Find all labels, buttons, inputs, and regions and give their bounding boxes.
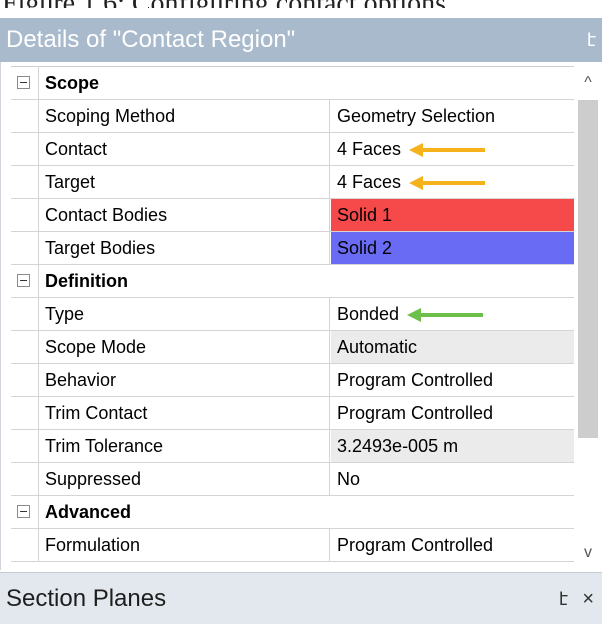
property-value-text: Program Controlled: [337, 403, 494, 423]
property-row-target-bodies[interactable]: Target Bodies Solid 2: [11, 232, 574, 265]
property-name: Target: [39, 166, 330, 198]
scroll-down-icon[interactable]: v: [575, 540, 601, 566]
property-value[interactable]: Automatic: [331, 331, 574, 363]
property-name: Contact Bodies: [39, 199, 330, 231]
property-row-behavior[interactable]: Behavior Program Controlled: [11, 364, 574, 397]
property-value[interactable]: No: [331, 463, 574, 495]
scroll-up-icon[interactable]: ^: [575, 70, 601, 96]
property-value[interactable]: Program Controlled: [331, 364, 574, 396]
section-planes-title: Section Planes: [6, 585, 167, 612]
section-planes-panel-header[interactable]: Section Planes է ×: [0, 572, 602, 624]
figure-caption: Figure 1.6: Configuring contact options: [0, 0, 602, 8]
row-gutter: [11, 529, 39, 561]
property-value[interactable]: Bonded: [331, 298, 574, 330]
row-gutter: [11, 364, 39, 396]
row-gutter: [11, 331, 39, 363]
row-gutter: [11, 199, 39, 231]
property-value-text: Automatic: [337, 337, 418, 357]
property-row-contact-bodies[interactable]: Contact Bodies Solid 1: [11, 199, 574, 232]
property-value-text: 3.2493e-005 m: [337, 436, 459, 456]
property-row-scope-mode[interactable]: Scope Mode Automatic: [11, 331, 574, 364]
annotation-arrow-icon: [409, 143, 486, 158]
property-value-text: Bonded: [337, 304, 400, 324]
row-gutter: [11, 166, 39, 198]
property-value[interactable]: Solid 2: [331, 232, 574, 264]
group-row-scope[interactable]: Scope: [11, 67, 574, 100]
group-row-advanced[interactable]: Advanced: [11, 496, 574, 529]
group-label: Definition: [45, 271, 128, 291]
property-name: Trim Tolerance: [39, 430, 330, 462]
group-label: Scope: [45, 73, 100, 93]
annotation-arrow-icon: [407, 308, 484, 323]
property-name: Scoping Method: [39, 100, 330, 132]
details-property-grid: Scope Scoping Method Geometry Selection Con…: [0, 62, 602, 570]
property-row-trim-tolerance[interactable]: Trim Tolerance 3.2493e-005 m: [11, 430, 574, 463]
property-value-text: 4 Faces: [337, 172, 402, 192]
row-gutter: [11, 430, 39, 462]
group-gutter: [11, 265, 39, 297]
property-value-text: Solid 1: [337, 205, 393, 225]
property-row-target[interactable]: Target 4 Faces: [11, 166, 574, 199]
annotation-arrow-icon: [409, 176, 486, 191]
close-icon[interactable]: ×: [582, 573, 594, 625]
property-row-scoping-method[interactable]: Scoping Method Geometry Selection: [11, 100, 574, 133]
row-gutter: [11, 100, 39, 132]
property-row-suppressed[interactable]: Suppressed No: [11, 463, 574, 496]
row-gutter: [11, 298, 39, 330]
property-value[interactable]: Solid 1: [331, 199, 574, 231]
property-value-text: 4 Faces: [337, 139, 402, 159]
property-name: Formulation: [39, 529, 330, 561]
details-panel-header: Details of "Contact Region" է: [0, 18, 602, 62]
property-value[interactable]: 3.2493e-005 m: [331, 430, 574, 462]
row-gutter: [11, 463, 39, 495]
property-value[interactable]: Geometry Selection: [331, 100, 574, 132]
property-row-trim-contact[interactable]: Trim Contact Program Controlled: [11, 397, 574, 430]
property-row-formulation[interactable]: Formulation Program Controlled: [11, 529, 574, 562]
group-row-definition[interactable]: Definition: [11, 265, 574, 298]
property-value-text: Program Controlled: [337, 370, 494, 390]
property-row-type[interactable]: Type Bonded: [11, 298, 574, 331]
collapse-minus-icon[interactable]: [17, 505, 30, 518]
property-value[interactable]: Program Controlled: [331, 529, 574, 561]
property-rows: Scope Scoping Method Geometry Selection Con…: [11, 66, 574, 562]
property-value-text: Program Controlled: [337, 535, 494, 555]
property-row-contact[interactable]: Contact 4 Faces: [11, 133, 574, 166]
row-gutter: [11, 397, 39, 429]
row-gutter: [11, 133, 39, 165]
property-name: Scope Mode: [39, 331, 330, 363]
row-gutter: [11, 232, 39, 264]
group-label: Advanced: [45, 502, 132, 522]
property-name: Contact: [39, 133, 330, 165]
property-name: Suppressed: [39, 463, 330, 495]
pin-icon[interactable]: է: [559, 573, 568, 625]
details-panel-title: Details of "Contact Region": [6, 26, 296, 53]
vertical-scrollbar[interactable]: ^ v: [575, 66, 601, 566]
pin-icon[interactable]: է: [587, 18, 596, 62]
group-gutter: [11, 496, 39, 528]
property-name: Behavior: [39, 364, 330, 396]
property-value-text: No: [337, 469, 361, 489]
property-value[interactable]: Program Controlled: [331, 397, 574, 429]
property-value[interactable]: 4 Faces: [331, 166, 574, 198]
property-name: Target Bodies: [39, 232, 330, 264]
scroll-thumb[interactable]: [578, 100, 598, 438]
collapse-minus-icon[interactable]: [17, 274, 30, 287]
property-value-text: Geometry Selection: [337, 106, 496, 126]
property-value-text: Solid 2: [337, 238, 393, 258]
property-value[interactable]: 4 Faces: [331, 133, 574, 165]
group-gutter: [11, 67, 39, 99]
collapse-minus-icon[interactable]: [17, 76, 30, 89]
property-name: Type: [39, 298, 330, 330]
property-name: Trim Contact: [39, 397, 330, 429]
